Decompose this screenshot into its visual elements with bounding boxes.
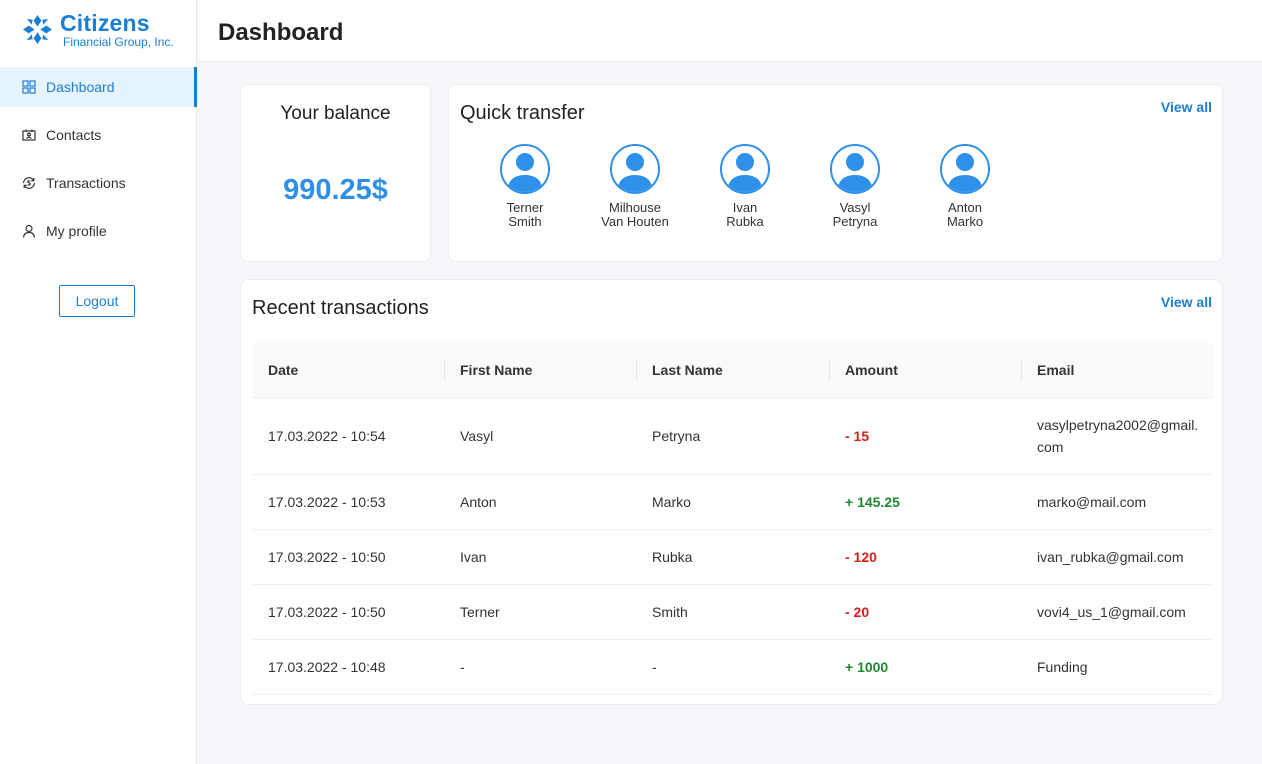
transactions-table: Date First Name Last Name Amount Email 1… [252, 343, 1213, 695]
avatar [610, 144, 660, 194]
page-title: Dashboard [218, 19, 344, 46]
brand-name: Citizens [60, 10, 150, 36]
cell-last-name: Rubka [636, 529, 829, 585]
cell-email: vasylpetryna2002@gmail.com [1021, 397, 1213, 475]
contact-first-name: Vasyl [839, 200, 871, 215]
sidebar-item-my-profile[interactable]: My profile [0, 211, 197, 251]
cell-last-name: - [636, 639, 829, 695]
balance-card: Your balance 990.25$ [240, 84, 431, 262]
quick-transfer-contact[interactable]: Milhouse Van Houten [580, 144, 690, 229]
cell-amount: + 1000 [829, 639, 1021, 695]
cell-first-name: Terner [444, 584, 636, 640]
table-row[interactable]: 17.03.2022 - 10:53 Anton Marko + 145.25 … [252, 474, 1213, 530]
quick-transfer-card: Quick transfer View all Terner Smith Mil… [448, 84, 1223, 262]
sidebar-item-contacts[interactable]: Contacts [0, 115, 197, 155]
quick-transfer-contact[interactable]: Terner Smith [470, 144, 580, 229]
contact-first-name: Ivan [732, 200, 758, 215]
cell-amount: + 145.25 [829, 474, 1021, 530]
cell-date: 17.03.2022 - 10:50 [252, 584, 444, 640]
quick-transfer-view-all-link[interactable]: View all [1161, 99, 1212, 115]
column-header-first-name: First Name [444, 343, 636, 398]
avatar [940, 144, 990, 194]
cell-first-name: Ivan [444, 529, 636, 585]
column-header-date: Date [252, 343, 444, 398]
cell-first-name: Vasyl [444, 397, 636, 475]
cell-email: vovi4_us_1@gmail.com [1021, 584, 1213, 640]
sidebar-item-dashboard[interactable]: Dashboard [0, 67, 197, 107]
column-header-last-name: Last Name [636, 343, 829, 398]
dashboard-grid-icon [22, 80, 36, 94]
column-header-email: Email [1021, 343, 1213, 398]
cell-email: marko@mail.com [1021, 474, 1213, 530]
quick-transfer-contact[interactable]: Anton Marko [910, 144, 1020, 229]
top-bar: Dashboard [198, 0, 1262, 62]
cell-last-name: Marko [636, 474, 829, 530]
quick-transfer-contact[interactable]: Ivan Rubka [690, 144, 800, 229]
cell-date: 17.03.2022 - 10:53 [252, 474, 444, 530]
logout-button[interactable]: Logout [59, 285, 135, 317]
sidebar-item-label: Transactions [46, 175, 126, 191]
user-avatar-icon [947, 153, 983, 192]
recent-transactions-title: Recent transactions [252, 297, 429, 319]
contacts-card-icon [22, 128, 36, 142]
balance-title: Your balance [280, 103, 391, 124]
recent-transactions-view-all-link[interactable]: View all [1161, 294, 1212, 310]
table-row[interactable]: 17.03.2022 - 10:50 Ivan Rubka - 120 ivan… [252, 529, 1213, 585]
cell-first-name: - [444, 639, 636, 695]
contact-first-name: Anton [948, 200, 982, 215]
sidebar-nav: Dashboard Contacts Transactions My profi… [0, 67, 197, 259]
sidebar-item-label: Contacts [46, 127, 102, 143]
contact-last-name: Smith [508, 214, 542, 229]
avatar [830, 144, 880, 194]
brand-logo[interactable]: Citizens Financial Group, Inc. [22, 10, 182, 49]
user-icon [22, 224, 36, 238]
table-row[interactable]: 17.03.2022 - 10:48 - - + 1000 Funding [252, 639, 1213, 695]
quick-transfer-title: Quick transfer [460, 102, 585, 124]
cell-date: 17.03.2022 - 10:54 [252, 397, 444, 475]
contact-last-name: Petryna [832, 214, 878, 229]
user-avatar-icon [727, 153, 763, 192]
cell-last-name: Smith [636, 584, 829, 640]
cell-amount: - 15 [829, 397, 1021, 475]
citizens-logo-icon [22, 14, 53, 45]
avatar [500, 144, 550, 194]
contact-first-name: Terner [506, 200, 544, 215]
avatar [720, 144, 770, 194]
user-avatar-icon [617, 153, 653, 192]
cell-amount: - 120 [829, 529, 1021, 585]
brand-subtitle: Financial Group, Inc. [63, 35, 174, 49]
contact-first-name: Milhouse [608, 200, 662, 215]
cell-amount: - 20 [829, 584, 1021, 640]
contact-last-name: Rubka [726, 214, 764, 229]
sidebar-item-label: Dashboard [46, 79, 115, 95]
transactions-cycle-icon [22, 176, 36, 190]
recent-transactions-card: Recent transactions View all Date First … [240, 279, 1223, 705]
cell-email: Funding [1021, 639, 1213, 695]
cell-first-name: Anton [444, 474, 636, 530]
cell-date: 17.03.2022 - 10:50 [252, 529, 444, 585]
column-header-amount: Amount [829, 343, 1021, 398]
cell-email: ivan_rubka@gmail.com [1021, 529, 1213, 585]
contact-last-name: Van Houten [601, 214, 669, 229]
sidebar-item-label: My profile [46, 223, 107, 239]
user-avatar-icon [837, 153, 873, 192]
quick-transfer-contact[interactable]: Vasyl Petryna [800, 144, 910, 229]
contact-last-name: Marko [946, 214, 984, 229]
user-avatar-icon [507, 153, 543, 192]
quick-transfer-contacts: Terner Smith Milhouse Van Houten Ivan Ru… [470, 144, 1020, 229]
sidebar: Citizens Financial Group, Inc. Dashboard… [0, 0, 197, 764]
cell-date: 17.03.2022 - 10:48 [252, 639, 444, 695]
table-header-row: Date First Name Last Name Amount Email [252, 343, 1213, 398]
sidebar-item-transactions[interactable]: Transactions [0, 163, 197, 203]
cell-last-name: Petryna [636, 397, 829, 475]
table-row[interactable]: 17.03.2022 - 10:50 Terner Smith - 20 vov… [252, 584, 1213, 640]
balance-value: 990.25$ [283, 174, 388, 206]
table-row[interactable]: 17.03.2022 - 10:54 Vasyl Petryna - 15 va… [252, 397, 1213, 475]
